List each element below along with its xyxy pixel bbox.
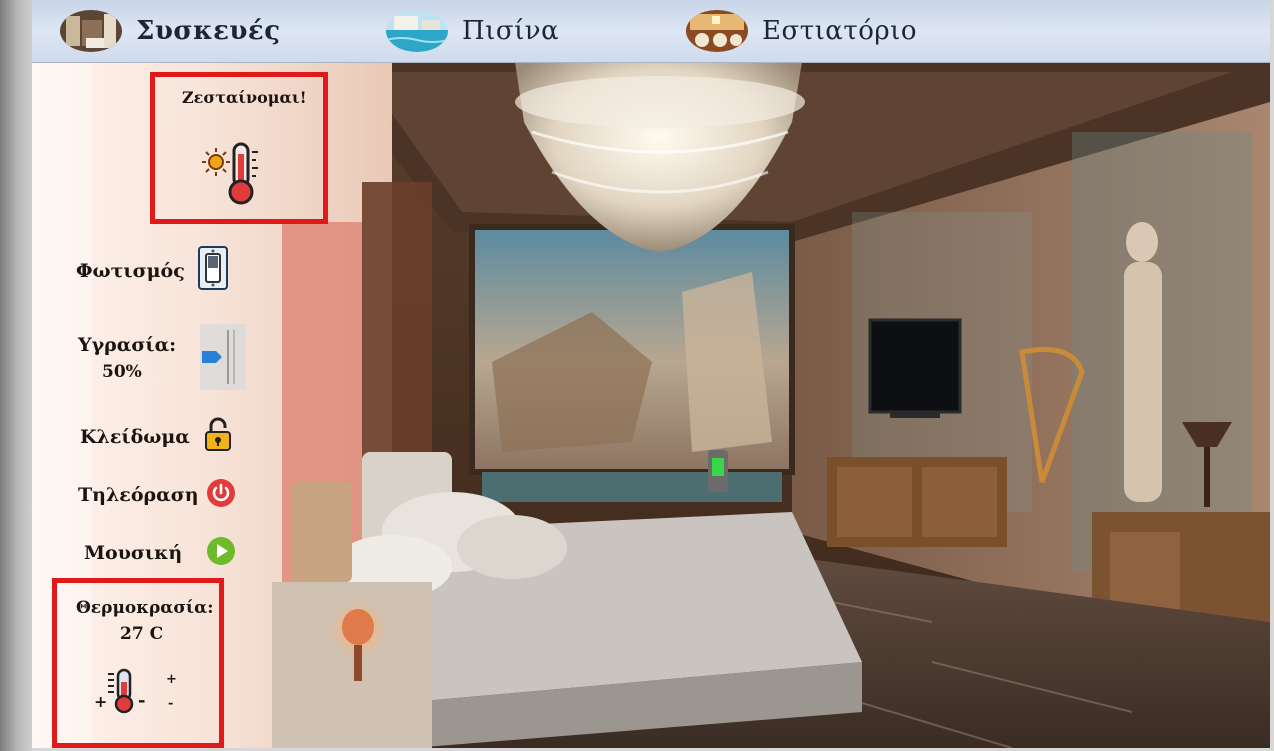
temperature-value: 27 C bbox=[120, 624, 164, 644]
device-control-panel: Ζεσταίνομαι! Φωτισμός Υγρασία: 50% Κλείδ… bbox=[32, 62, 332, 748]
room-thumbnail bbox=[60, 10, 122, 52]
power-icon[interactable] bbox=[206, 478, 236, 512]
humidity-slider[interactable] bbox=[200, 324, 246, 394]
lighting-label: Φωτισμός bbox=[76, 260, 185, 282]
lock-label: Κλείδωμα bbox=[80, 426, 190, 448]
humidity-label: Υγρασία: bbox=[78, 334, 177, 356]
music-label: Μουσική bbox=[84, 542, 183, 564]
nav-restaurant-label: Εστιατόριο bbox=[762, 16, 918, 46]
temperature-increase-button[interactable]: + bbox=[94, 692, 107, 711]
play-icon[interactable] bbox=[206, 536, 236, 570]
nav-restaurant[interactable]: Εστιατόριο bbox=[686, 6, 917, 56]
temperature-label: Θερμοκρασία: bbox=[76, 598, 214, 618]
nav-pool-label: Πισίνα bbox=[462, 16, 560, 46]
temperature-step-down-button[interactable]: - bbox=[168, 696, 173, 711]
pool-thumbnail bbox=[386, 10, 448, 52]
top-navigation: Συσκευές Πισίνα Εστιατόριο bbox=[32, 0, 1270, 63]
temperature-decrease-button[interactable]: - bbox=[138, 690, 145, 711]
thermometer-icon bbox=[106, 668, 140, 718]
status-message: Ζεσταίνομαι! bbox=[182, 88, 307, 107]
restaurant-thumbnail bbox=[686, 10, 748, 52]
app-window: Συσκευές Πισίνα Εστιατόριο Ζεσταίνομαι! … bbox=[32, 0, 1270, 748]
tv-label: Τηλεόραση bbox=[78, 484, 199, 506]
hot-thermometer-icon bbox=[202, 140, 268, 210]
padlock-icon[interactable] bbox=[204, 416, 232, 456]
humidity-value: 50% bbox=[102, 362, 142, 382]
light-switch-icon[interactable] bbox=[198, 246, 228, 294]
nav-devices-label: Συσκευές bbox=[136, 16, 281, 46]
nav-devices[interactable]: Συσκευές bbox=[60, 6, 281, 56]
temperature-step-up-button[interactable]: + bbox=[166, 672, 177, 687]
nav-pool[interactable]: Πισίνα bbox=[386, 6, 559, 56]
